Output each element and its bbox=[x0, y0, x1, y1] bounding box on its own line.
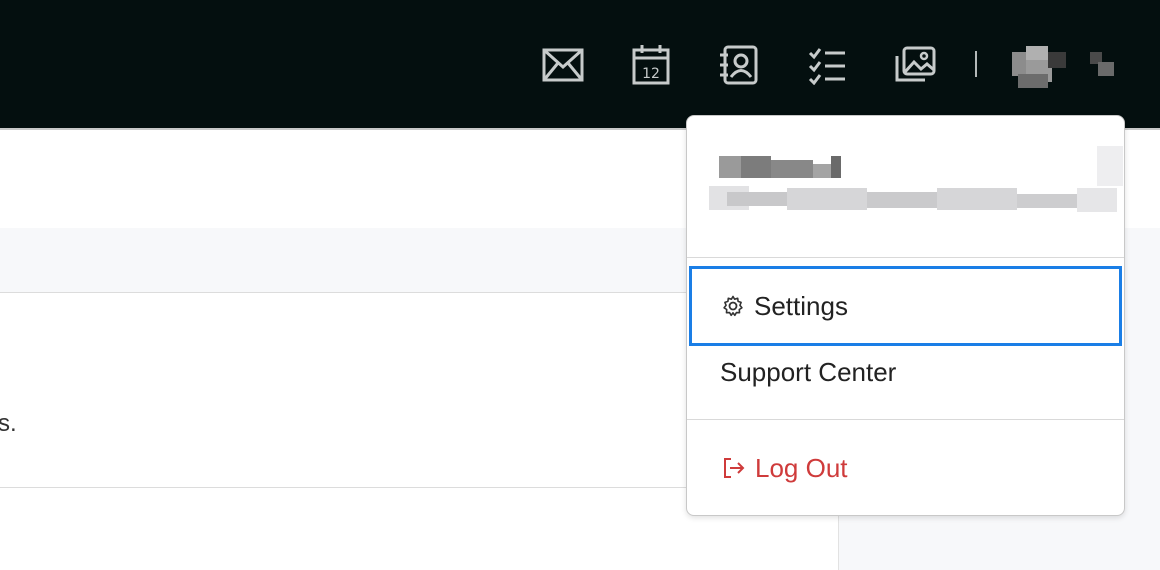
support-center-label: Support Center bbox=[720, 356, 897, 387]
dropdown-divider bbox=[687, 257, 1124, 258]
gear-icon bbox=[721, 294, 745, 318]
toolbar-divider bbox=[975, 51, 977, 77]
settings-label: Settings bbox=[754, 290, 848, 321]
top-navigation-bar: 12 bbox=[0, 0, 1160, 130]
logout-menu-item[interactable]: Log Out bbox=[689, 430, 1122, 506]
calendar-day-number: 12 bbox=[642, 66, 660, 82]
photos-icon[interactable] bbox=[894, 44, 936, 86]
app-page: 12 s. Settings Support Center Log Out bbox=[0, 0, 1160, 570]
logout-icon bbox=[722, 456, 746, 480]
user-info-block bbox=[687, 116, 1124, 256]
tasks-icon[interactable] bbox=[806, 44, 848, 86]
account-dropdown-menu: Settings Support Center Log Out bbox=[686, 115, 1125, 516]
contacts-icon[interactable] bbox=[718, 44, 760, 86]
logout-label: Log Out bbox=[755, 452, 848, 483]
support-center-menu-item[interactable]: Support Center bbox=[689, 334, 1122, 410]
dropdown-divider bbox=[687, 419, 1124, 420]
calendar-icon[interactable]: 12 bbox=[630, 44, 672, 86]
mail-icon[interactable] bbox=[542, 44, 584, 86]
truncated-content-text: s. bbox=[0, 410, 17, 437]
user-avatar-button[interactable] bbox=[1012, 42, 1120, 90]
